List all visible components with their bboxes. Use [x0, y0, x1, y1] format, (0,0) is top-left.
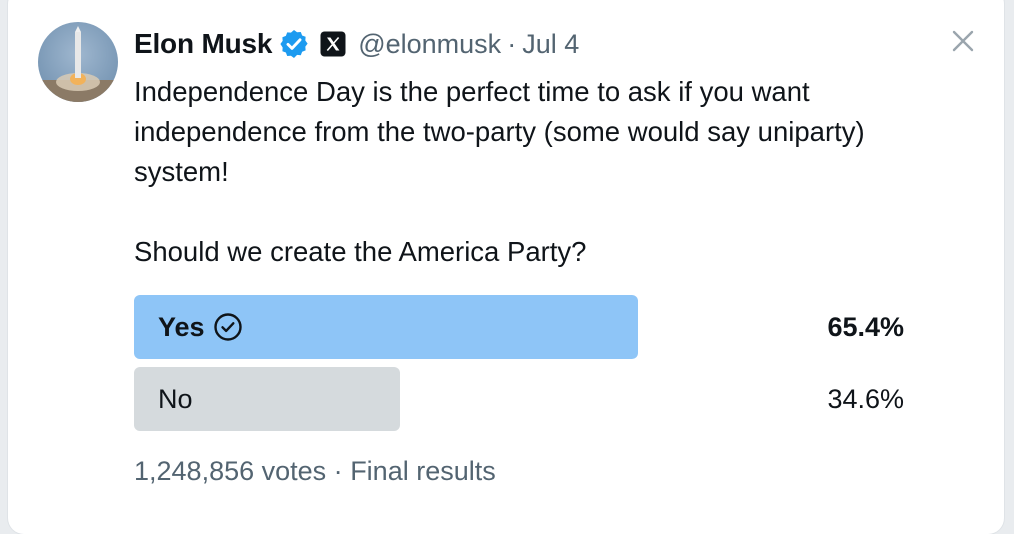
poll-option-no-label: No — [158, 383, 193, 414]
poll-percent-no: 34.6% — [827, 383, 904, 414]
poll-percent-yes: 65.4% — [827, 311, 904, 342]
avatar[interactable] — [38, 22, 118, 102]
tweet-text: Independence Day is the perfect time to … — [134, 72, 934, 272]
x-logo-icon[interactable] — [320, 31, 346, 57]
footer-separator: · — [333, 456, 343, 486]
tweet-card: Elon Musk @elonmusk · Jul 4 Independence… — [8, 0, 1004, 534]
poll-option-label: Yes — [158, 295, 243, 359]
poll-option-yes: Yes 65.4% — [134, 295, 904, 359]
author-name[interactable]: Elon Musk — [134, 28, 272, 60]
poll-status: Final results — [350, 456, 496, 486]
check-circle-icon — [213, 313, 242, 341]
header-separator: · — [507, 28, 517, 59]
close-icon[interactable] — [948, 26, 978, 56]
tweet-header: Elon Musk @elonmusk · Jul 4 — [134, 24, 579, 64]
poll-footer: 1,248,856 votes · Final results — [134, 456, 496, 487]
verified-badge-icon[interactable] — [278, 28, 310, 60]
tweet-body: Independence Day is the perfect time to … — [134, 76, 865, 187]
tweet-date[interactable]: Jul 4 — [522, 29, 579, 60]
author-handle[interactable]: @elonmusk — [358, 29, 501, 60]
vote-count: 1,248,856 votes — [134, 456, 327, 486]
poll-option-yes-label: Yes — [158, 311, 205, 342]
poll-option-no: No 34.6% — [134, 367, 904, 431]
poll-question: Should we create the America Party? — [134, 236, 587, 267]
